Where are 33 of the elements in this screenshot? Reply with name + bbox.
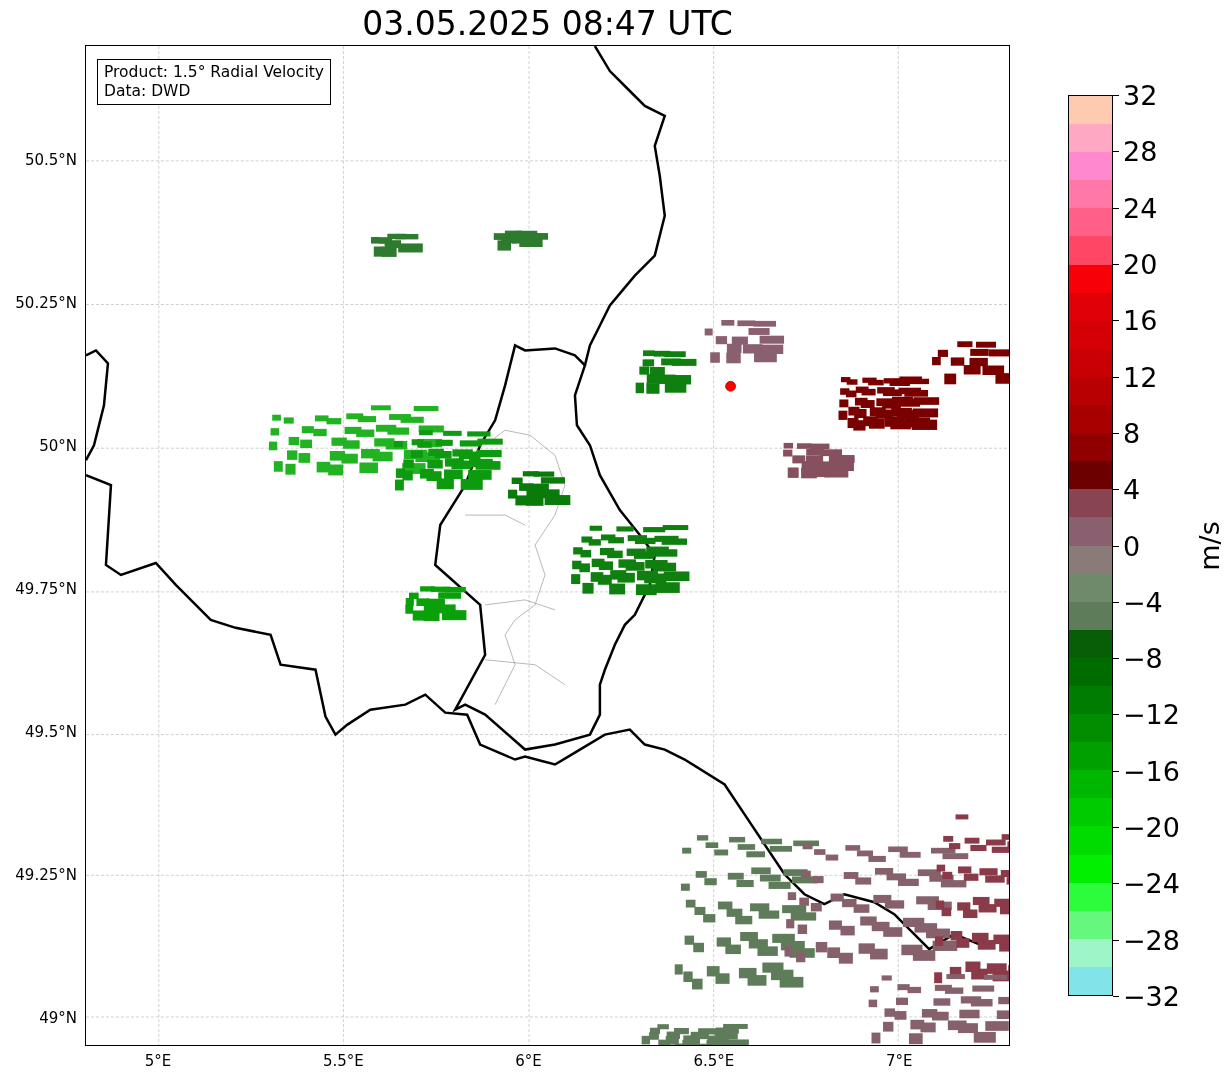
scale-label: 0 [1123,530,1141,561]
scale-label: 8 [1123,417,1141,449]
scale-label: 20 [1123,248,1158,280]
scale-label: −28 [1123,924,1180,956]
scale-label: 32 [1123,79,1158,111]
longitude-label: 6°E [515,1052,542,1070]
scale-label: −32 [1123,980,1180,1012]
latitude-label: 49.75°N [15,580,77,598]
longitude-label: 5.5°E [322,1052,364,1070]
latitude-label: 50°N [39,437,77,455]
latitude-label: 49.25°N [15,866,77,884]
legend-text: Product: 1.5° Radial Velocity [104,63,324,82]
scale-label: −12 [1123,698,1180,730]
scale-label: −24 [1123,867,1180,899]
scale-label: 12 [1123,361,1158,393]
legend-text: Data: DWD [104,82,192,101]
scale-label: 28 [1123,135,1158,167]
chart-title: 03.05.2025 08:47 UTC [361,3,734,45]
unit-label: m/s [1194,520,1225,571]
latitude-label: 50.25°N [15,294,77,312]
longitude-label: 6.5°E [693,1052,735,1070]
scale-label: 4 [1123,473,1141,505]
scale-label: 24 [1123,192,1158,224]
scale-label: 16 [1123,304,1158,336]
latitude-label: 49.5°N [24,723,77,741]
latitude-label: 50.5°N [24,151,77,169]
longitude-label: 5°E [144,1052,172,1070]
scale-label: −8 [1123,642,1163,674]
scale-label: −16 [1123,755,1180,787]
scale-label: −4 [1123,586,1163,618]
scale-label: −20 [1123,811,1180,843]
latitude-label: 49°N [39,1009,77,1027]
longitude-label: 7°E [885,1052,913,1070]
